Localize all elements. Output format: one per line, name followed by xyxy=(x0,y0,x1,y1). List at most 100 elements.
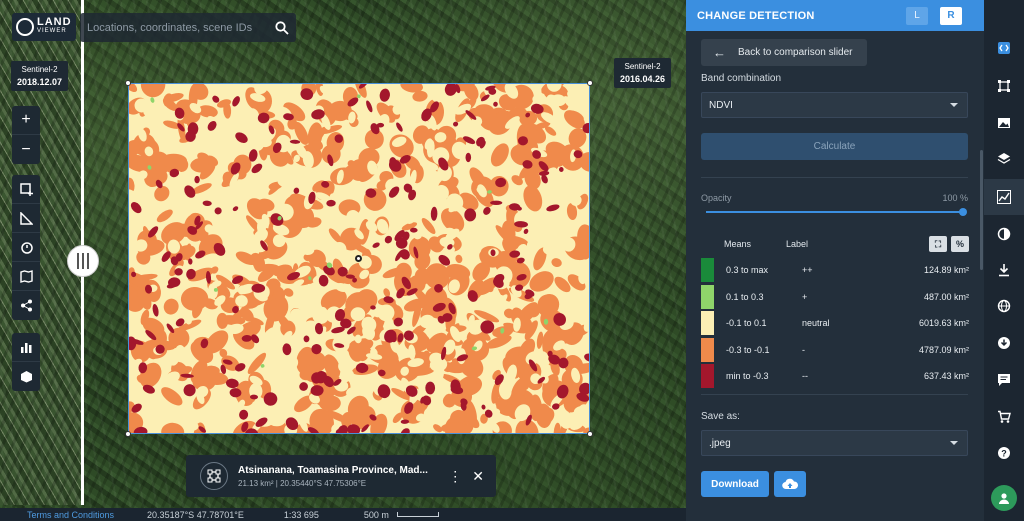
label-header: Label xyxy=(786,239,809,249)
opacity-value: 100 % xyxy=(942,193,968,203)
band-combination-select[interactable]: NDVI xyxy=(701,92,968,118)
close-icon[interactable]: ✕ xyxy=(472,468,484,485)
legend-label: -- xyxy=(802,371,808,381)
search-bar xyxy=(80,13,296,42)
left-scene-badge[interactable]: Sentinel-2 2018.12.07 xyxy=(11,61,69,91)
right-scene-badge[interactable]: Sentinel-2 2016.04.26 xyxy=(614,58,672,88)
terms-link[interactable]: Terms and Conditions xyxy=(27,510,114,520)
svg-text:?: ? xyxy=(1001,449,1007,459)
right-scene-toggle[interactable]: R xyxy=(940,6,962,25)
cloud-upload-button[interactable] xyxy=(774,471,806,497)
3d-view-button[interactable] xyxy=(12,362,40,391)
legend-area: 487.00 km² xyxy=(923,291,969,302)
aoi-corner-handle[interactable] xyxy=(587,80,593,86)
legend-color-swatch xyxy=(701,364,714,388)
analysis-tools xyxy=(12,333,40,391)
comparison-slider-handle[interactable] xyxy=(67,245,99,277)
calculate-button[interactable]: Calculate xyxy=(701,133,968,160)
statistics-button[interactable] xyxy=(12,333,40,362)
legend-color-swatch xyxy=(701,258,714,282)
zoom-out-button[interactable]: − xyxy=(12,135,40,164)
user-avatar[interactable] xyxy=(991,485,1017,511)
cart-icon xyxy=(998,410,1011,423)
download-circle-icon xyxy=(998,337,1010,349)
legend-row: 0.3 to max ++ 124.89 km² xyxy=(701,257,969,283)
legend-row: min to -0.3 -- 637.43 km² xyxy=(701,363,969,389)
measure-button[interactable] xyxy=(12,204,40,233)
panel-title: CHANGE DETECTION xyxy=(697,9,815,22)
web-link-button[interactable] xyxy=(984,288,1024,324)
download-button[interactable]: Download xyxy=(701,471,769,497)
divider xyxy=(701,177,968,178)
share-button[interactable] xyxy=(12,291,40,320)
divider xyxy=(701,394,968,395)
help-button[interactable]: ? xyxy=(984,435,1024,471)
legend-means: min to -0.3 xyxy=(726,371,769,381)
back-to-slider-button[interactable]: ← Back to comparison slider xyxy=(701,39,867,66)
aoi-button[interactable] xyxy=(984,68,1024,104)
caret-down-icon xyxy=(950,441,958,445)
globe-link-icon xyxy=(997,299,1011,313)
store-button[interactable] xyxy=(984,399,1024,435)
ruler-icon xyxy=(19,211,33,225)
aoi-corner-handle[interactable] xyxy=(125,80,131,86)
download-icon xyxy=(999,264,1009,277)
right-scene-date: 2016.04.26 xyxy=(620,74,666,84)
opacity-slider[interactable] xyxy=(706,211,963,213)
polygon-icon xyxy=(200,462,228,490)
export-button[interactable] xyxy=(984,325,1024,361)
aoi-tool-button[interactable] xyxy=(12,175,40,204)
legend-area: 4787.09 km² xyxy=(918,344,969,355)
legend-means: -0.3 to -0.1 xyxy=(726,344,770,355)
code-editor-button[interactable] xyxy=(984,30,1024,66)
right-scene-sensor: Sentinel-2 xyxy=(624,62,661,71)
band-combination-label: Band combination xyxy=(701,73,782,84)
share-icon xyxy=(20,299,32,312)
zoom-in-button[interactable]: + xyxy=(12,106,40,135)
layers-button[interactable] xyxy=(984,141,1024,177)
clock-icon xyxy=(20,241,33,254)
contrast-button[interactable] xyxy=(984,216,1024,252)
legend-area: 124.89 km² xyxy=(923,265,969,275)
right-toolbar: ? xyxy=(984,0,1024,521)
cloud-upload-icon xyxy=(782,478,798,490)
globe-icon xyxy=(16,18,34,36)
map-canvas[interactable]: LANDVIEWER Sentinel-2 2018.12.07 Sentine… xyxy=(0,0,686,521)
file-format-value: .jpeg xyxy=(709,437,731,449)
timelapse-button[interactable] xyxy=(12,233,40,262)
search-input[interactable] xyxy=(80,13,268,42)
file-format-select[interactable]: .jpeg xyxy=(701,430,968,456)
download-panel-button[interactable] xyxy=(984,252,1024,288)
legend-header: Means Label ⛶ % xyxy=(724,236,969,252)
legend-color-swatch xyxy=(701,337,714,362)
left-scene-toggle[interactable]: L xyxy=(906,6,928,25)
legend-color-swatch xyxy=(701,284,714,309)
more-options-icon[interactable]: ⋮ xyxy=(448,468,462,485)
search-icon[interactable] xyxy=(268,14,296,42)
contrast-icon xyxy=(997,227,1011,241)
scenes-button[interactable] xyxy=(984,105,1024,141)
map-layers-button[interactable] xyxy=(12,262,40,291)
aoi-corner-handle[interactable] xyxy=(587,431,593,437)
percent-toggle[interactable]: % xyxy=(951,236,969,252)
opacity-slider-thumb[interactable] xyxy=(959,208,967,216)
logo-subtext: VIEWER xyxy=(37,28,67,34)
change-detection-panel: CHANGE DETECTION L R › ← Back to compari… xyxy=(686,0,997,521)
landviewer-logo[interactable]: LAND VIEWER xyxy=(12,13,76,41)
aoi-corner-handle[interactable] xyxy=(125,431,131,437)
status-bar: Terms and Conditions 20.35187°S 47.78701… xyxy=(0,508,686,521)
aoi-center-marker[interactable] xyxy=(355,255,362,262)
opacity-label: Opacity xyxy=(701,193,732,203)
chat-icon xyxy=(998,374,1010,386)
bar-chart-icon xyxy=(20,342,31,353)
expand-icon[interactable]: ⛶ xyxy=(929,236,947,252)
legend-label: neutral xyxy=(802,318,830,328)
polygon-icon xyxy=(998,80,1010,92)
legend-means: -0.1 to 0.1 xyxy=(726,318,767,328)
change-detection-button[interactable] xyxy=(984,179,1024,215)
scale-indicator: 500 m xyxy=(364,510,439,520)
feedback-button[interactable] xyxy=(984,362,1024,398)
opacity-row: Opacity 100 % xyxy=(701,193,968,203)
panel-scrollbar[interactable] xyxy=(980,150,983,270)
legend-row: 0.1 to 0.3 +487.00 km² xyxy=(701,284,969,310)
